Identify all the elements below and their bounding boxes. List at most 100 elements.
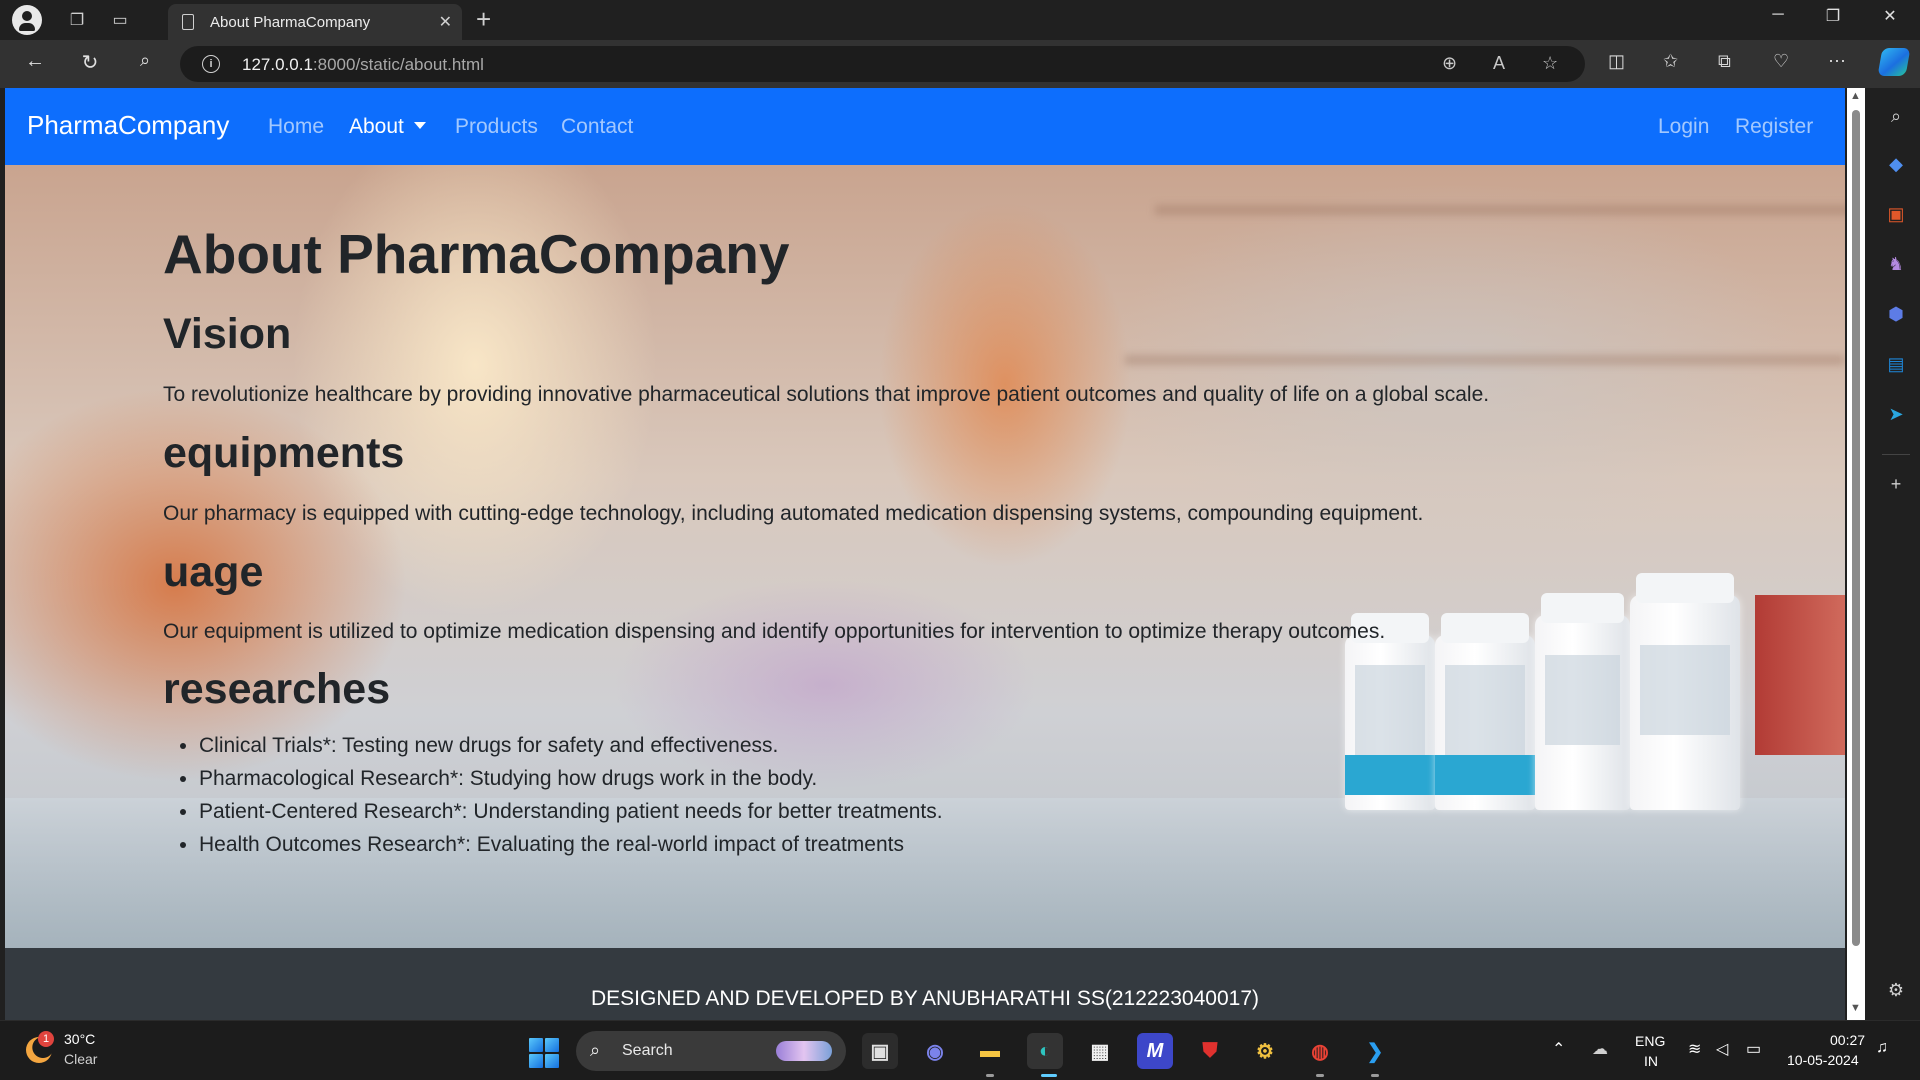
shopping-tag-icon[interactable]: ◆ bbox=[1884, 152, 1908, 176]
clock-time[interactable]: 00:27 bbox=[1830, 1032, 1865, 1048]
copilot-icon[interactable] bbox=[1877, 48, 1911, 76]
scroll-thumb[interactable] bbox=[1852, 110, 1860, 946]
weather-condition[interactable]: Clear bbox=[64, 1051, 97, 1067]
url-text[interactable]: 127.0.0.1:8000/static/about.html bbox=[242, 55, 484, 75]
vision-text: To revolutionize healthcare by providing… bbox=[163, 383, 1490, 406]
back-icon[interactable]: ← bbox=[20, 50, 50, 73]
close-window-icon[interactable]: ✕ bbox=[1870, 6, 1910, 26]
windows-taskbar: 1 30°C Clear ⌕ Search ▣ ◉ ▬ ◐ ▦ M ⛊ ⚙ ◍ … bbox=[0, 1020, 1920, 1080]
site-info-icon[interactable]: i bbox=[202, 55, 220, 73]
close-tab-icon[interactable]: ✕ bbox=[439, 12, 452, 32]
read-aloud-icon[interactable]: A bbox=[1493, 53, 1505, 74]
address-bar[interactable]: i 127.0.0.1:8000/static/about.html ⊕ A ☆ bbox=[180, 46, 1585, 82]
nav-link-home[interactable]: Home bbox=[268, 115, 324, 139]
python-icon[interactable]: ⚙ bbox=[1247, 1033, 1283, 1069]
favorite-star-icon[interactable]: ☆ bbox=[1542, 53, 1558, 74]
background-box bbox=[1755, 595, 1845, 755]
active-tab[interactable]: About PharmaCompany ✕ bbox=[168, 4, 462, 40]
games-icon[interactable]: ♞ bbox=[1884, 252, 1908, 276]
scroll-down-icon[interactable]: ▼ bbox=[1850, 1002, 1861, 1014]
favorites-icon[interactable]: ✩ bbox=[1663, 51, 1678, 72]
profile-avatar-icon[interactable] bbox=[12, 5, 42, 35]
nav-link-login[interactable]: Login bbox=[1658, 115, 1709, 139]
page-title: About PharmaCompany bbox=[163, 223, 790, 285]
nav-link-products[interactable]: Products bbox=[455, 115, 538, 139]
page-viewport: PharmaCompany Home About Products Contac… bbox=[5, 88, 1845, 1020]
teams-chat-icon[interactable]: ◉ bbox=[917, 1033, 953, 1069]
equipments-text: Our pharmacy is equipped with cutting-ed… bbox=[163, 502, 1424, 525]
tray-chevron-icon[interactable]: ⌃ bbox=[1552, 1039, 1565, 1059]
background-bottle bbox=[1345, 613, 1435, 810]
sidebar-settings-icon[interactable]: ⚙ bbox=[1884, 978, 1908, 1002]
more-menu-icon[interactable]: ⋯ bbox=[1828, 51, 1846, 72]
vscode-icon[interactable]: ❯ bbox=[1357, 1033, 1393, 1069]
search-icon: ⌕ bbox=[590, 1040, 601, 1060]
edge-browser-icon[interactable]: ◐ bbox=[1027, 1033, 1063, 1069]
visual-studio-icon[interactable]: M bbox=[1137, 1033, 1173, 1069]
battery-icon[interactable]: ▭ bbox=[1746, 1039, 1761, 1059]
section-heading-researches: researches bbox=[163, 665, 391, 713]
background-bottle bbox=[1630, 573, 1740, 810]
tab-title: About PharmaCompany bbox=[210, 14, 371, 31]
taskbar-search[interactable]: ⌕ Search bbox=[576, 1031, 846, 1071]
weather-temperature[interactable]: 30°C bbox=[64, 1031, 95, 1047]
microsoft-store-icon[interactable]: ▦ bbox=[1082, 1033, 1118, 1069]
background-shelf bbox=[1155, 205, 1845, 215]
running-indicator bbox=[1371, 1074, 1379, 1077]
background-bottle bbox=[1535, 593, 1630, 810]
page-footer: DESIGNED AND DEVELOPED BY ANUBHARATHI SS… bbox=[5, 948, 1845, 1020]
active-indicator bbox=[1041, 1074, 1057, 1077]
section-heading-vision: Vision bbox=[163, 310, 292, 358]
page-scrollbar[interactable]: ▲ ▼ bbox=[1847, 88, 1865, 1020]
list-item: Clinical Trials*: Testing new drugs for … bbox=[199, 729, 943, 762]
search-label: Search bbox=[622, 1042, 673, 1059]
clock-date[interactable]: 10-05-2024 bbox=[1787, 1052, 1859, 1068]
start-windows-icon[interactable] bbox=[529, 1038, 559, 1068]
browser-sidebar: ⌕ ◆ ▣ ♞ ⬢ ▤ ➤ + ⚙ bbox=[1872, 88, 1920, 1020]
restore-icon[interactable]: ❐ bbox=[1813, 6, 1853, 26]
outlook-icon[interactable]: ▤ bbox=[1884, 352, 1908, 376]
tab-actions-icon[interactable]: ▭ bbox=[106, 6, 134, 34]
language-region[interactable]: IN bbox=[1644, 1053, 1658, 1069]
nav-link-contact[interactable]: Contact bbox=[561, 115, 633, 139]
tools-briefcase-icon[interactable]: ▣ bbox=[1884, 202, 1908, 226]
sidebar-divider bbox=[1882, 454, 1910, 455]
volume-icon[interactable]: ◁ bbox=[1716, 1039, 1728, 1059]
onedrive-error-icon[interactable]: ☁ bbox=[1592, 1039, 1608, 1059]
browser-tab-bar: ❐ ▭ About PharmaCompany ✕ + ─ ❐ ✕ bbox=[0, 0, 1920, 40]
nav-link-register[interactable]: Register bbox=[1735, 115, 1813, 139]
notification-badge: 1 bbox=[38, 1031, 54, 1047]
about-hero-section: About PharmaCompany Vision To revolution… bbox=[5, 165, 1845, 948]
chrome-icon[interactable]: ◍ bbox=[1302, 1033, 1338, 1069]
search-icon[interactable]: ⌕ bbox=[130, 50, 160, 71]
minimize-icon[interactable]: ─ bbox=[1758, 6, 1798, 24]
dropdown-caret-icon bbox=[413, 122, 426, 129]
add-sidebar-app-icon[interactable]: + bbox=[1884, 472, 1908, 496]
scroll-up-icon[interactable]: ▲ bbox=[1850, 90, 1861, 102]
task-view-icon[interactable]: ▣ bbox=[862, 1033, 898, 1069]
footer-credit: DESIGNED AND DEVELOPED BY ANUBHARATHI SS… bbox=[590, 987, 1259, 1010]
sidebar-search-icon[interactable]: ⌕ bbox=[1884, 104, 1908, 128]
brand-logo[interactable]: PharmaCompany bbox=[27, 110, 229, 141]
collections-icon[interactable]: ⧉ bbox=[1718, 51, 1731, 72]
search-highlight-icon bbox=[776, 1041, 832, 1061]
language-code[interactable]: ENG bbox=[1635, 1033, 1665, 1049]
usage-text: Our equipment is utilized to optimize me… bbox=[163, 620, 1386, 643]
nav-link-about[interactable]: About bbox=[349, 115, 426, 139]
section-heading-usage: uage bbox=[163, 548, 264, 596]
refresh-icon[interactable]: ↻ bbox=[75, 50, 105, 75]
new-tab-icon[interactable]: + bbox=[476, 4, 491, 35]
browser-essentials-icon[interactable]: ♡ bbox=[1773, 51, 1789, 72]
page-document-icon bbox=[182, 14, 194, 30]
file-explorer-icon[interactable]: ▬ bbox=[972, 1033, 1008, 1069]
zoom-icon[interactable]: ⊕ bbox=[1442, 53, 1457, 74]
notification-bell-icon[interactable]: ♫ bbox=[1876, 1039, 1888, 1057]
workspaces-icon[interactable]: ❐ bbox=[63, 6, 91, 34]
mcafee-shield-icon[interactable]: ⛊ bbox=[1192, 1033, 1228, 1069]
send-icon[interactable]: ➤ bbox=[1884, 402, 1908, 426]
wifi-icon[interactable]: ≋ bbox=[1688, 1039, 1701, 1059]
background-shelf bbox=[1125, 355, 1845, 365]
list-item: Pharmacological Research*: Studying how … bbox=[199, 762, 943, 795]
microsoft-365-icon[interactable]: ⬢ bbox=[1884, 302, 1908, 326]
split-screen-icon[interactable]: ◫ bbox=[1608, 51, 1625, 72]
